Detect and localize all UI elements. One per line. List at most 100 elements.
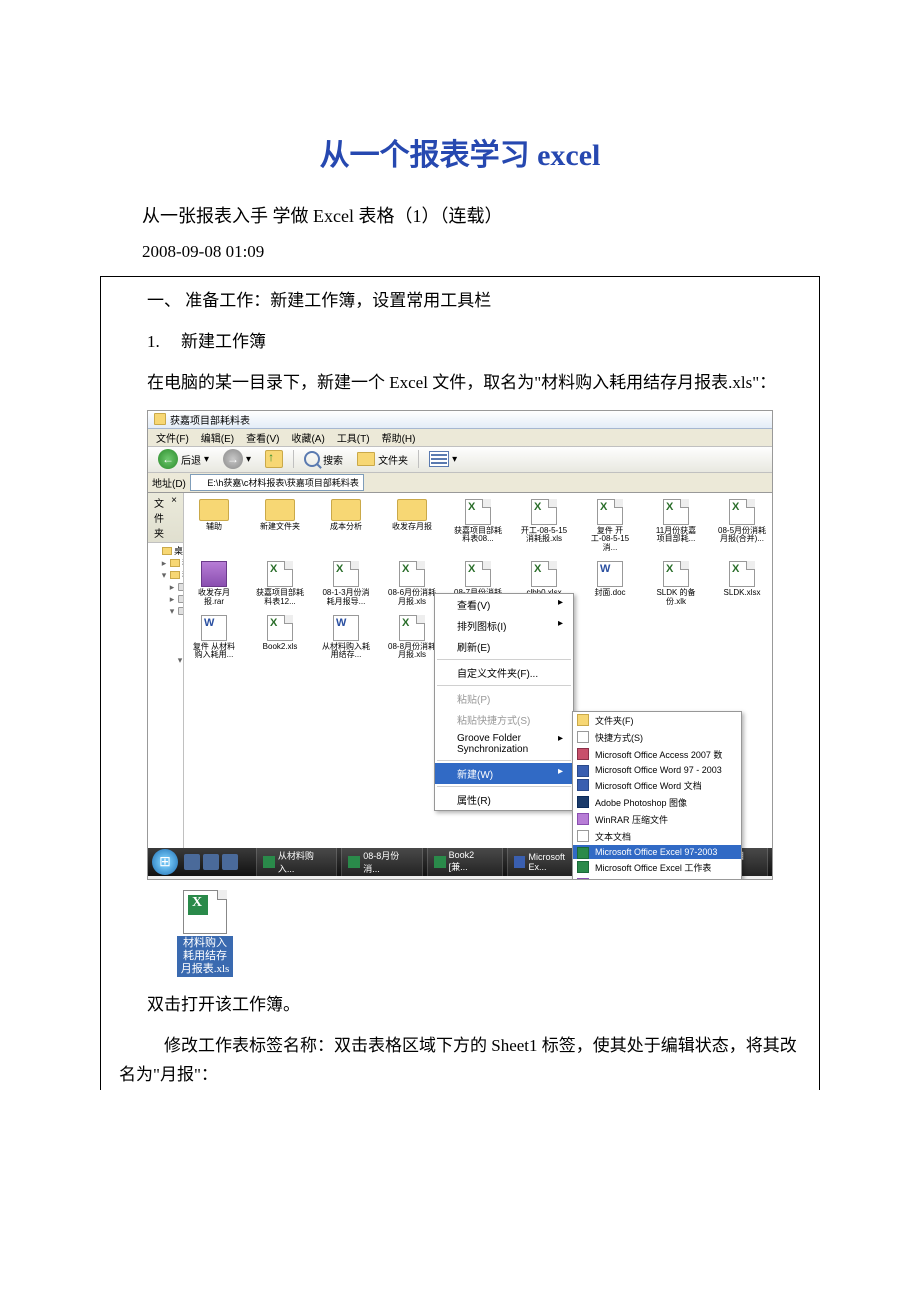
taskbar-item[interactable]: Book2 [兼... bbox=[427, 845, 503, 879]
tree-item[interactable]: ▸补充材料报 bbox=[152, 703, 184, 715]
submenu-item[interactable]: 文件夹(F) bbox=[573, 712, 741, 729]
file-item[interactable]: 08-8月份消耗月报.xls bbox=[388, 615, 436, 661]
taskbar-item[interactable]: 08-8月份消... bbox=[341, 845, 422, 879]
context-menu[interactable]: 查看(V)▸排列图标(I)▸刷新(E) 自定义文件夹(F)... 粘贴(P)粘贴快捷… bbox=[434, 593, 574, 811]
tree-item[interactable]: ▸c材料记录 bbox=[152, 800, 184, 812]
tree-item[interactable]: excel知识 bbox=[152, 642, 183, 654]
back-button[interactable]: ← 后退 ▾ bbox=[154, 447, 213, 471]
tree-item[interactable]: a安装软件 bbox=[152, 630, 183, 642]
context-menu-item[interactable]: 粘贴(P) bbox=[435, 688, 573, 709]
tree-item[interactable]: 成本分析 bbox=[152, 751, 184, 763]
forward-button[interactable]: → ▾ bbox=[219, 447, 255, 471]
menu-help[interactable]: 帮助(H) bbox=[382, 430, 416, 445]
tree-item[interactable]: 辅助 bbox=[152, 763, 184, 775]
tree-item[interactable]: ▸材料报表200 bbox=[152, 715, 184, 727]
tree-item[interactable]: 收发存月 bbox=[152, 775, 184, 787]
menu-bar[interactable]: 文件(F) 编辑(E) 查看(V) 收藏(A) 工具(T) 帮助(H) bbox=[148, 429, 772, 447]
context-menu-item[interactable]: 粘贴快捷方式(S) bbox=[435, 709, 573, 730]
tree-item[interactable]: ▾c材料报表 bbox=[152, 678, 184, 690]
tree-item[interactable]: ▾获嘉项目部 bbox=[152, 739, 184, 751]
file-item[interactable]: 复件 开工-08-5-15消... bbox=[586, 499, 634, 553]
submenu-item[interactable]: 快捷方式(S) bbox=[573, 729, 741, 746]
context-menu-item[interactable]: 排列图标(I)▸ bbox=[435, 615, 573, 636]
up-icon bbox=[265, 450, 283, 468]
file-item[interactable]: 收发存月报 bbox=[388, 499, 436, 553]
file-item[interactable]: 开工-08-5-15消耗报.xls bbox=[520, 499, 568, 553]
file-item[interactable]: 08-1-3月份消耗月报导... bbox=[322, 561, 370, 607]
tree-item[interactable]: ▸本地磁盘 (C:) bbox=[152, 581, 183, 593]
context-menu-item[interactable]: 新建(W)▸ bbox=[435, 763, 573, 784]
tree-item[interactable]: ▸c材料软件破解 bbox=[152, 812, 184, 824]
file-item[interactable]: 收发存月报.rar bbox=[190, 561, 238, 607]
file-item[interactable]: 获嘉项目部耗料表12... bbox=[256, 561, 304, 607]
tree-item[interactable]: ▸财务报表 bbox=[152, 727, 184, 739]
file-label: 收发存月报.rar bbox=[190, 589, 238, 607]
file-item[interactable]: 从材料购入耗用结存... bbox=[322, 615, 370, 661]
submenu-item[interactable]: Microsoft Office Word 文档 bbox=[573, 777, 741, 794]
context-menu-item[interactable]: 属性(R) bbox=[435, 789, 573, 810]
created-file-icon[interactable]: 材料购入耗用结存月报表.xls bbox=[177, 890, 233, 978]
file-item[interactable]: 08-6月份消耗月报.xls bbox=[388, 561, 436, 607]
separator bbox=[293, 450, 294, 468]
tree-item[interactable]: ▸我的文档 bbox=[152, 557, 183, 569]
submenu-item[interactable]: 文本文档 bbox=[573, 828, 741, 845]
menu-tools[interactable]: 工具(T) bbox=[337, 430, 370, 445]
file-item[interactable]: SLDK.xlsx bbox=[718, 561, 766, 607]
tree-item[interactable]: ▸G钢材甲方报量 bbox=[152, 824, 184, 836]
menu-file[interactable]: 文件(F) bbox=[156, 430, 189, 445]
context-menu-item[interactable]: 刷新(E) bbox=[435, 636, 573, 657]
submenu-new[interactable]: 文件夹(F)快捷方式(S)Microsoft Office Access 200… bbox=[572, 711, 742, 880]
up-button[interactable] bbox=[261, 448, 287, 470]
submenu-item[interactable]: Microsoft Office Word 97 - 2003 bbox=[573, 763, 741, 777]
tree-item[interactable]: 2008年年终总结 bbox=[152, 618, 183, 630]
submenu-item[interactable]: WinRAR ZIP 压缩文件 bbox=[573, 876, 741, 880]
file-item[interactable]: 封面.doc bbox=[586, 561, 634, 607]
file-item[interactable]: 复件 从材料购入耗用... bbox=[190, 615, 238, 661]
tree-item[interactable]: ▸本地磁盘 (D:) bbox=[152, 593, 183, 605]
tree-item[interactable]: ▸2007年年终 bbox=[152, 690, 184, 702]
file-item[interactable]: 08-5月份消耗月报(合并)... bbox=[718, 499, 766, 553]
file-item[interactable]: 11月份获嘉项目部耗... bbox=[652, 499, 700, 553]
tree-item[interactable]: 桌面 bbox=[152, 545, 183, 557]
submenu-item[interactable]: Microsoft Office Access 2007 数 bbox=[573, 746, 741, 763]
tree-body[interactable]: 桌面▸我的文档▾我的电脑▸本地磁盘 (C:)▸本地磁盘 (D:)▾本地磁盘 (E… bbox=[148, 543, 183, 848]
file-item[interactable]: Book2.xls bbox=[256, 615, 304, 661]
view-button[interactable]: ▾ bbox=[425, 449, 461, 469]
file-item[interactable]: 成本分析 bbox=[322, 499, 370, 553]
address-path: E:\h获嘉\c材料报表\获嘉项目部耗料表 bbox=[207, 478, 359, 488]
taskbar-item[interactable]: 从材料购入... bbox=[256, 845, 337, 879]
tree-item[interactable]: ▸g公司文件 bbox=[152, 836, 184, 848]
page-title: 从一个报表学习 excel bbox=[100, 130, 820, 174]
file-item[interactable]: SLDK 的备份.xlk bbox=[652, 561, 700, 607]
address-input[interactable]: E:\h获嘉\c材料报表\获嘉项目部耗料表 bbox=[190, 474, 364, 491]
xls-icon bbox=[531, 499, 557, 525]
tree-item[interactable]: ▾本地磁盘 (E:) bbox=[152, 605, 183, 617]
menu-fav[interactable]: 收藏(A) bbox=[291, 430, 324, 445]
menu-edit[interactable]: 编辑(E) bbox=[201, 430, 234, 445]
submenu-item[interactable]: Adobe Photoshop 图像 bbox=[573, 794, 741, 811]
submenu-item[interactable]: Microsoft Office Excel 工作表 bbox=[573, 859, 741, 876]
file-item[interactable]: 新建文件夹 bbox=[256, 499, 304, 553]
search-button[interactable]: 搜索 bbox=[300, 449, 347, 469]
context-menu-item[interactable]: Groove Folder Synchronization▸ bbox=[435, 730, 573, 758]
file-type-icon bbox=[577, 779, 589, 791]
start-button[interactable]: ⊞ bbox=[152, 849, 178, 875]
tree-item[interactable]: ▾我的电脑 bbox=[152, 569, 183, 581]
context-menu-item[interactable]: 自定义文件夹(F)... bbox=[435, 662, 573, 683]
context-menu-item[interactable]: 查看(V)▸ bbox=[435, 594, 573, 615]
submenu-item[interactable]: WinRAR 压缩文件 bbox=[573, 811, 741, 828]
folders-button[interactable]: 文件夹 bbox=[353, 450, 412, 469]
xls-icon bbox=[399, 561, 425, 587]
menu-view[interactable]: 查看(V) bbox=[246, 430, 279, 445]
file-list-pane[interactable]: 辅助新建文件夹成本分析 收发存月报 获嘉项目部耗料表08... 开工-08-5-15消… bbox=[184, 493, 772, 848]
file-label: 收发存月报 bbox=[392, 523, 432, 532]
tree-item[interactable]: ▾h获嘉 bbox=[152, 654, 183, 666]
submenu-item[interactable]: Microsoft Office Excel 97-2003 bbox=[573, 845, 741, 859]
tree-item[interactable]: cw财务 bbox=[152, 666, 184, 678]
tree-item[interactable]: 新建文件 bbox=[152, 787, 184, 799]
file-item[interactable]: 辅助 bbox=[190, 499, 238, 553]
quick-launch[interactable] bbox=[184, 854, 238, 870]
xls-icon bbox=[333, 561, 359, 587]
close-icon[interactable]: × bbox=[171, 495, 177, 540]
file-item[interactable]: 获嘉项目部耗料表08... bbox=[454, 499, 502, 553]
